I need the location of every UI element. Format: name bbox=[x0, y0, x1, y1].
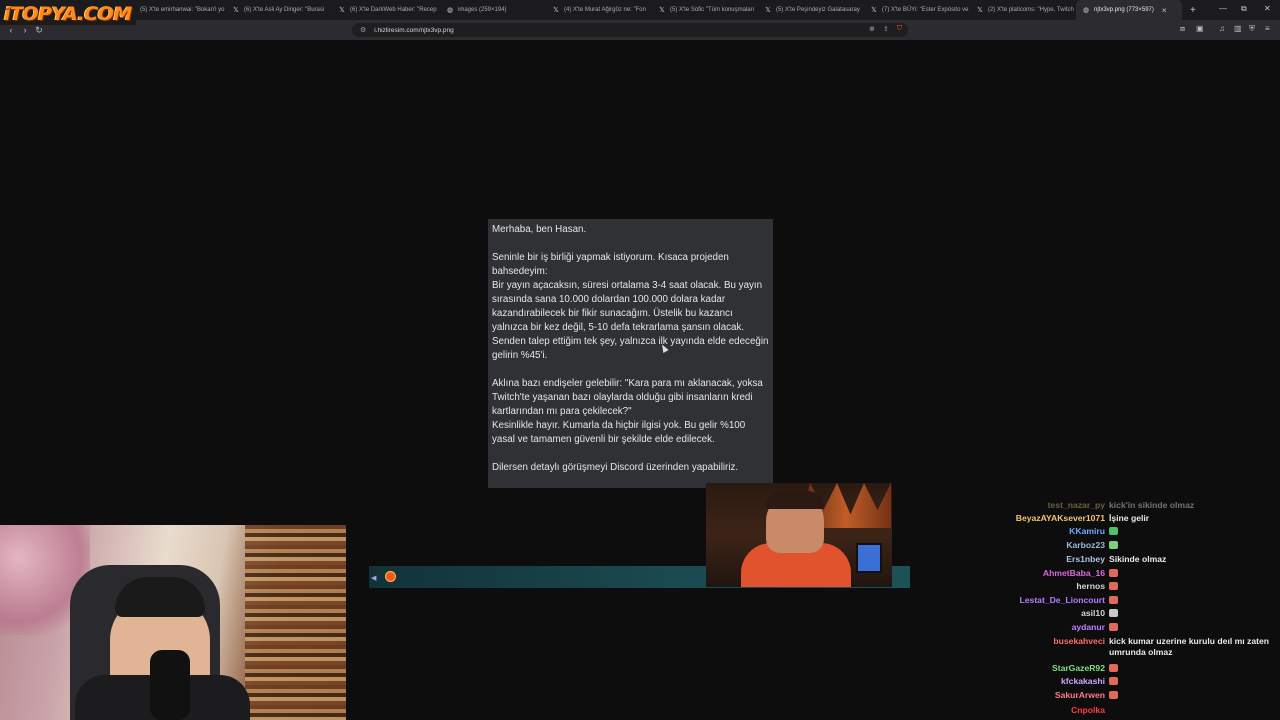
back-icon[interactable]: ‹ bbox=[4, 25, 18, 35]
tab-label: njtx3vp.png (773×597) bbox=[1094, 7, 1154, 13]
message-image: Merhaba, ben Hasan. Seninle bir iş birli… bbox=[488, 219, 773, 488]
chat-text: kick kumar uzerine kurulu deıl mı zaten … bbox=[1109, 636, 1269, 657]
globe-icon: ◍ bbox=[446, 7, 454, 14]
tab[interactable]: ◍ njtx3vp.png (773×597) × bbox=[1076, 0, 1182, 20]
chat-text: Sikinde olmaz bbox=[1109, 554, 1167, 564]
stream-chat: test_nazar_py kick'in sikinde olmaz BeyazA… bbox=[1005, 500, 1280, 720]
site-info-icon[interactable]: ⚙ bbox=[360, 26, 366, 34]
x-logo-icon: 𝕏 bbox=[553, 7, 559, 14]
share-icon[interactable]: ⇪ bbox=[883, 25, 889, 33]
streamer-cap bbox=[115, 577, 205, 617]
maximize-icon[interactable]: ⧉ bbox=[1241, 4, 1247, 14]
emote-icon bbox=[1109, 623, 1118, 631]
player-logo-icon bbox=[385, 571, 396, 582]
new-tab-icon[interactable]: + bbox=[1182, 5, 1204, 16]
emote-icon bbox=[1109, 596, 1118, 604]
emote-icon bbox=[1109, 527, 1118, 535]
tab-label: (6) X'te Asli Ay Dinger: "Burasi bbox=[244, 7, 325, 13]
sidebar-icon[interactable]: ▥ bbox=[1234, 24, 1242, 33]
tab-label: (5) X'te Peşindeyiz Galatasaray bbox=[776, 7, 860, 13]
minimize-icon[interactable]: — bbox=[1219, 4, 1227, 13]
player-icon: ◀ bbox=[371, 575, 377, 582]
tab[interactable]: 𝕏 (5) X'te Peşindeyiz Galatasaray bbox=[758, 0, 864, 20]
message-paragraph: Dilersen detaylı görüşmeyi Discord üzeri… bbox=[492, 462, 739, 473]
chat-username[interactable]: StarGazeR92 bbox=[1005, 663, 1105, 674]
chat-username[interactable]: hernos bbox=[1005, 581, 1105, 592]
emote-icon bbox=[1109, 677, 1118, 685]
tab-label: (5) X'te emirhanwai: "Bokan'i yo bbox=[140, 7, 225, 13]
tab-label: images (259×194) bbox=[458, 7, 507, 13]
chat-username[interactable]: busekahveci bbox=[1005, 636, 1105, 647]
vpn-icon[interactable]: ⛨ bbox=[1249, 24, 1255, 34]
emote-icon bbox=[1109, 609, 1118, 617]
tab[interactable]: 𝕏(5) X'te emirhanwai: "Bokan'i yo bbox=[122, 0, 226, 20]
chat-username[interactable]: SakurArwen bbox=[1005, 690, 1105, 701]
x-logo-icon: 𝕏 bbox=[339, 7, 345, 14]
tab[interactable]: 𝕏 (6) X'te DarkWeb Haber: "Recep bbox=[332, 0, 440, 20]
chat-username[interactable]: Cnpolka bbox=[1005, 705, 1105, 716]
x-logo-icon: 𝕏 bbox=[977, 7, 983, 14]
tab[interactable]: 𝕏 (5) X'te Sofic "Tüm konuşmaları bbox=[652, 0, 758, 20]
tab[interactable]: ◍ images (259×194) bbox=[440, 0, 546, 20]
emote-icon bbox=[1109, 582, 1118, 590]
media-icon[interactable]: ♫ bbox=[1219, 24, 1225, 33]
message-paragraph: Aklına bazı endişeler gelebilir: "Kara p… bbox=[492, 378, 763, 445]
chat-username[interactable]: Lestat_De_Lioncourt bbox=[1005, 595, 1105, 606]
microphone bbox=[150, 650, 190, 720]
message-paragraph: Merhaba, ben Hasan. bbox=[492, 224, 587, 235]
tab-label: (5) X'te Sofic "Tüm konuşmaları bbox=[670, 7, 755, 13]
tab-label: (6) X'te DarkWeb Haber: "Recep bbox=[350, 7, 437, 13]
browser-tab-bar: 𝕏(5) X'te emirhanwai: "Bokan'i yo𝕏(6) X'… bbox=[0, 0, 1280, 20]
chat-username[interactable]: kfckakashi bbox=[1005, 676, 1105, 687]
zoom-icon[interactable]: ⊕ bbox=[869, 25, 875, 33]
tab-label: (4) X'te Murat Ağirgöz ne: "Fon bbox=[564, 7, 646, 13]
emote-icon bbox=[1109, 691, 1118, 699]
chat-text: İşine gelir bbox=[1109, 513, 1150, 523]
tab[interactable]: 𝕏 (4) X'te Murat Ağirgöz ne: "Fon bbox=[546, 0, 652, 20]
x-logo-icon: 𝕏 bbox=[871, 7, 877, 14]
chat-username[interactable]: asil10 bbox=[1005, 608, 1105, 619]
chat-username[interactable]: Karboz23 bbox=[1005, 540, 1105, 551]
forward-icon[interactable]: › bbox=[18, 25, 32, 35]
bookshelf bbox=[245, 525, 346, 720]
chat-username[interactable]: AhmetBaba_16 bbox=[1005, 568, 1105, 579]
address-bar[interactable]: ⚙ i.hizliresim.com/njtx3vp.png ⊕ ⇪ ⛉ bbox=[352, 23, 908, 37]
chat-username[interactable]: KKamiru bbox=[1005, 526, 1105, 537]
chat-username[interactable]: test_nazar_py bbox=[1005, 500, 1105, 511]
monitor bbox=[856, 543, 882, 573]
emote-icon bbox=[1109, 664, 1118, 672]
tab[interactable]: 𝕏 (7) X'te BÜYi: "Ester Expósito ve bbox=[864, 0, 970, 20]
close-window-icon[interactable]: ✕ bbox=[1264, 4, 1271, 13]
itopya-logo: iTOPYA.COM bbox=[0, 3, 136, 25]
reload-icon[interactable]: ↻ bbox=[32, 25, 46, 36]
x-logo-icon: 𝕏 bbox=[659, 7, 665, 14]
menu-icon[interactable]: ≡ bbox=[1265, 24, 1270, 33]
chat-text: kick'in sikinde olmaz bbox=[1109, 500, 1195, 510]
close-tab-icon[interactable]: × bbox=[1162, 6, 1167, 15]
tab-label: (2) X'te platicoms: "Hype, Twitch bbox=[988, 7, 1074, 13]
message-paragraph: Seninle bir iş birliği yapmak istiyorum.… bbox=[492, 252, 769, 361]
tab[interactable]: 𝕏 (6) X'te Asli Ay Dinger: "Burasi bbox=[226, 0, 332, 20]
x-logo-icon: 𝕏 bbox=[765, 7, 771, 14]
brave-shield-icon[interactable]: ⛉ bbox=[897, 25, 902, 33]
globe-icon: ◍ bbox=[1082, 7, 1090, 14]
chat-username[interactable]: aydanur bbox=[1005, 622, 1105, 633]
guest-webcam bbox=[706, 483, 892, 587]
chat-username[interactable]: BeyazAYAKsever1071 bbox=[1005, 513, 1105, 524]
tab[interactable]: 𝕏 (2) X'te platicoms: "Hype, Twitch bbox=[970, 0, 1076, 20]
emote-icon bbox=[1109, 569, 1118, 577]
wallet-icon[interactable]: ▣ bbox=[1196, 24, 1204, 33]
chat-username[interactable]: Ers1nbey bbox=[1005, 554, 1105, 565]
x-logo-icon: 𝕏 bbox=[233, 7, 239, 14]
tab-label: (7) X'te BÜYi: "Ester Expósito ve bbox=[882, 7, 969, 13]
url-text[interactable]: i.hizliresim.com/njtx3vp.png bbox=[374, 27, 453, 34]
extensions-icon[interactable]: ⧈ bbox=[1180, 24, 1185, 34]
guest-hair bbox=[766, 491, 824, 509]
emote-icon bbox=[1109, 541, 1118, 549]
streamer-webcam bbox=[0, 525, 346, 720]
